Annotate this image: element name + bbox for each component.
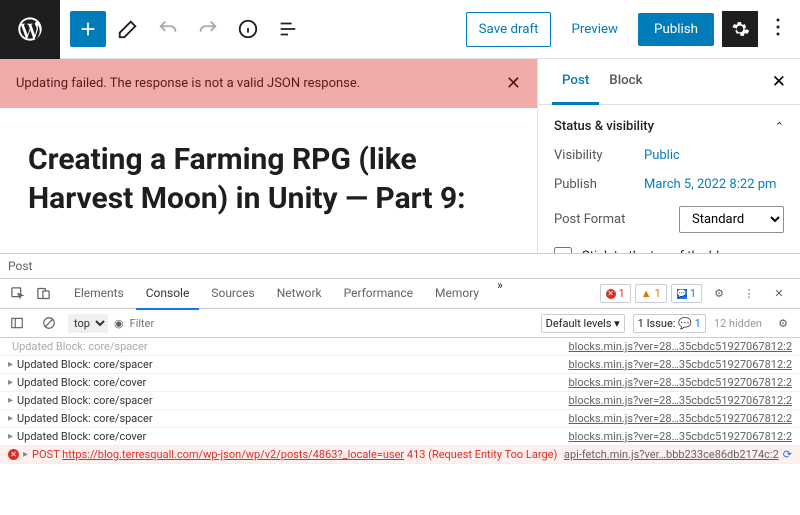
tab-post[interactable]: Post bbox=[552, 59, 599, 105]
chevron-up-icon: ⌃ bbox=[775, 120, 784, 133]
settings-button[interactable] bbox=[722, 11, 758, 47]
error-notice: Updating failed. The response is not a v… bbox=[0, 59, 537, 108]
devtools-more-icon[interactable]: ⋮ bbox=[736, 281, 762, 307]
console-context-select[interactable]: top bbox=[68, 314, 108, 333]
dismiss-notice-button[interactable]: ✕ bbox=[506, 73, 521, 94]
tab-console[interactable]: Console bbox=[136, 278, 200, 310]
log-row[interactable]: ▸Updated Block: core/spacerblocks.min.js… bbox=[0, 356, 800, 374]
info-count[interactable]: 💬1 bbox=[671, 284, 702, 303]
sticky-label: Stick to the top of the blog bbox=[582, 249, 734, 254]
clear-console-icon[interactable] bbox=[36, 310, 62, 336]
console-filter-input[interactable] bbox=[130, 317, 270, 330]
devtools-close-icon[interactable]: ✕ bbox=[766, 281, 792, 307]
add-block-button[interactable] bbox=[70, 11, 106, 47]
inspect-element-icon[interactable] bbox=[4, 281, 30, 307]
save-draft-button[interactable]: Save draft bbox=[466, 12, 552, 47]
devtools-settings-icon[interactable]: ⚙ bbox=[706, 281, 732, 307]
tab-network[interactable]: Network bbox=[267, 278, 332, 310]
devtools-tabs: Elements Console Sources Network Perform… bbox=[64, 278, 509, 310]
request-url[interactable]: https://blog.terresquall.com/wp-json/wp/… bbox=[62, 448, 404, 461]
publish-value[interactable]: March 5, 2022 8:22 pm bbox=[644, 177, 776, 192]
tab-memory[interactable]: Memory bbox=[425, 278, 489, 310]
preview-button[interactable]: Preview bbox=[559, 13, 630, 46]
tab-block[interactable]: Block bbox=[599, 59, 652, 105]
console-eye-icon[interactable]: ◉ bbox=[114, 317, 124, 330]
publish-button[interactable]: Publish bbox=[638, 13, 714, 46]
error-icon: ✕ bbox=[8, 449, 19, 460]
device-toolbar-icon[interactable] bbox=[30, 281, 56, 307]
visibility-label: Visibility bbox=[554, 148, 644, 163]
status-visibility-panel[interactable]: Status & visibility ⌃ bbox=[554, 119, 784, 134]
wordpress-logo[interactable] bbox=[0, 0, 60, 59]
tab-sources[interactable]: Sources bbox=[201, 278, 264, 310]
request-method: POST bbox=[32, 448, 59, 461]
post-format-select[interactable]: Standard bbox=[679, 206, 784, 233]
publish-label: Publish bbox=[554, 177, 644, 192]
info-button[interactable] bbox=[230, 11, 266, 47]
post-title[interactable]: Creating a Farming RPG (like Harvest Moo… bbox=[0, 108, 537, 218]
log-row[interactable]: ▸Updated Block: core/spacerblocks.min.js… bbox=[0, 392, 800, 410]
log-row[interactable]: ▸Updated Block: core/spacerblocks.min.js… bbox=[0, 410, 800, 428]
log-levels-select[interactable]: Default levels ▾ bbox=[541, 314, 625, 333]
outline-button[interactable] bbox=[270, 11, 306, 47]
warning-count[interactable]: ▲1 bbox=[635, 284, 667, 303]
redo-button[interactable] bbox=[190, 11, 226, 47]
console-settings-icon[interactable]: ⚙ bbox=[770, 310, 796, 336]
undo-button[interactable] bbox=[150, 11, 186, 47]
vm-icon[interactable]: ⟳ bbox=[783, 448, 792, 461]
close-sidebar-button[interactable]: ✕ bbox=[772, 72, 786, 92]
devtools-panel: Post Elements Console Sources Network Pe… bbox=[0, 253, 800, 515]
edit-mode-button[interactable] bbox=[110, 11, 146, 47]
status-text: 413 (Request Entity Too Large) bbox=[407, 448, 557, 461]
log-row[interactable]: ▸Updated Block: core/coverblocks.min.js?… bbox=[0, 374, 800, 392]
more-options-button[interactable] bbox=[766, 11, 790, 47]
console-log-list: Updated Block: core/spacerblocks.min.js?… bbox=[0, 338, 800, 515]
settings-sidebar: Post Block ✕ Status & visibility ⌃ Visib… bbox=[537, 59, 800, 253]
error-log-row[interactable]: ✕ ▸ POST https://blog.terresquall.com/wp… bbox=[0, 446, 800, 464]
sticky-checkbox[interactable] bbox=[554, 247, 572, 253]
error-count[interactable]: ✕1 bbox=[600, 284, 631, 303]
tab-elements[interactable]: Elements bbox=[64, 278, 134, 310]
log-row[interactable]: ▸Updated Block: core/coverblocks.min.js?… bbox=[0, 428, 800, 446]
panel-title: Status & visibility bbox=[554, 119, 654, 134]
log-row[interactable]: Updated Block: core/spacerblocks.min.js?… bbox=[0, 338, 800, 356]
error-message: Updating failed. The response is not a v… bbox=[16, 76, 360, 91]
devtools-drawer-tab[interactable]: Post bbox=[8, 259, 32, 273]
post-format-label: Post Format bbox=[554, 212, 644, 227]
console-sidebar-toggle-icon[interactable] bbox=[4, 310, 30, 336]
editor-canvas: Updating failed. The response is not a v… bbox=[0, 59, 537, 253]
issues-button[interactable]: 1 Issue: 💬 1 bbox=[633, 314, 706, 333]
error-source[interactable]: api-fetch.min.js?ver…bbb233ce86db2174c:2 bbox=[564, 448, 779, 461]
hidden-count: 12 hidden bbox=[714, 317, 762, 330]
visibility-value[interactable]: Public bbox=[644, 148, 680, 163]
more-tabs-button[interactable]: » bbox=[491, 278, 509, 310]
editor-toolbar: Save draft Preview Publish bbox=[0, 0, 800, 59]
tab-performance[interactable]: Performance bbox=[334, 278, 423, 310]
